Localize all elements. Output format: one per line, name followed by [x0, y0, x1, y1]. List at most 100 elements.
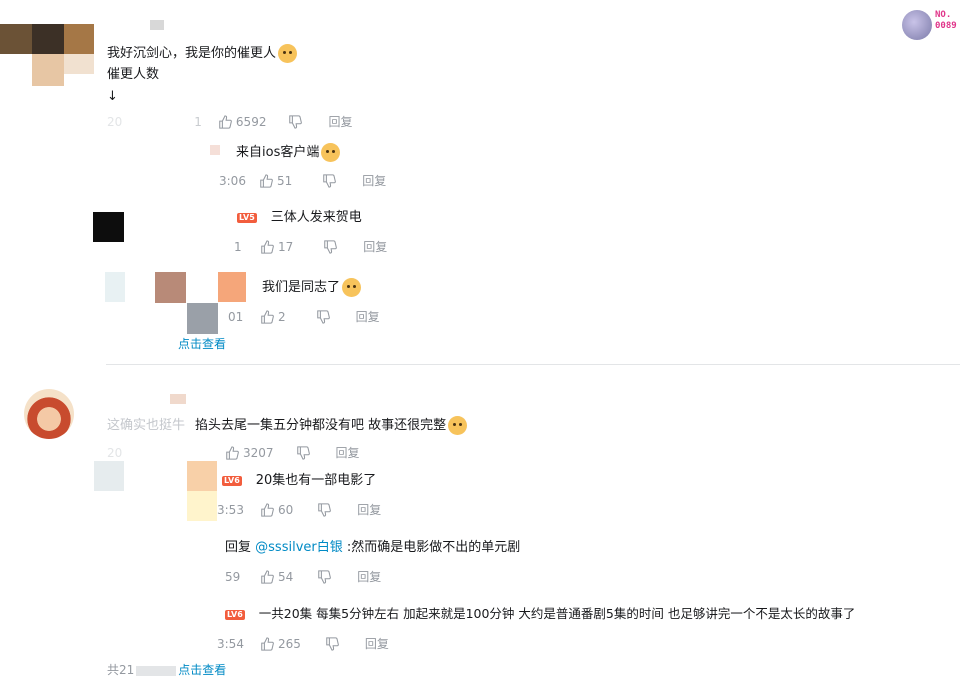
mosaic-avatar [218, 272, 246, 302]
mosaic-avatar [187, 461, 217, 491]
comment-text: 我好沉剑心，我是你的催更人 [107, 44, 298, 63]
comment-date: 20 [107, 445, 123, 460]
mosaic-username [150, 20, 164, 30]
reply-time: 59 [225, 569, 241, 584]
dislike-button[interactable] [296, 445, 310, 460]
reply-button[interactable]: 回复 [357, 501, 381, 518]
doge-emoji-icon [342, 278, 362, 297]
thumbs-up-icon [226, 445, 239, 460]
like-count: 54 [278, 569, 294, 584]
comment-actions: 20 1 6592 回复 [107, 113, 352, 130]
thumbs-down-icon [318, 569, 332, 584]
mosaic-avatar [105, 272, 125, 302]
doge-emoji-icon [321, 143, 341, 162]
reply-button[interactable]: 回复 [356, 308, 380, 325]
dislike-button[interactable] [288, 114, 303, 129]
thumbs-up-icon [261, 309, 274, 324]
thumbs-up-icon [261, 636, 274, 651]
reply-text: 来自ios客户端 [236, 143, 341, 162]
like-button[interactable]: 6592 [218, 114, 267, 130]
thumbs-up-icon [261, 502, 274, 517]
mosaic-avatar [187, 491, 217, 521]
like-count: 6592 [235, 114, 267, 129]
comment-date-suffix: 1 [194, 114, 202, 129]
reply-actions: 1 17 回复 [234, 238, 387, 255]
thumbs-down-icon [324, 239, 338, 254]
dislike-button[interactable] [323, 239, 338, 254]
reply-time: 1 [234, 239, 242, 254]
reply-time: 3:54 [217, 636, 244, 651]
reply-actions: 3:54 265 回复 [217, 635, 389, 652]
like-count: 17 [278, 239, 294, 254]
reply-text: 我们是同志了 [262, 278, 362, 297]
like-button[interactable]: 17 [260, 239, 293, 255]
thread-divider [106, 364, 960, 365]
reply-button[interactable]: 回复 [357, 568, 381, 585]
level-badge: LV6 [222, 475, 242, 486]
mosaic-avatar [32, 54, 64, 86]
mosaic-avatar [94, 461, 124, 491]
reply-button[interactable]: 回复 [336, 444, 360, 461]
like-count: 3207 [243, 445, 274, 460]
doge-emoji-icon [448, 416, 468, 435]
like-count: 2 [278, 309, 286, 324]
avatar[interactable] [24, 389, 74, 439]
badge-character-icon [902, 10, 932, 40]
thumbs-down-icon [289, 114, 303, 129]
like-count: 265 [278, 636, 301, 651]
mosaic-avatar [64, 54, 94, 74]
like-count: 51 [277, 173, 293, 188]
mosaic-avatar [93, 212, 124, 242]
like-button[interactable]: 3207 [225, 445, 274, 461]
reply-button[interactable]: 回复 [328, 113, 352, 130]
comment-actions: 20 3207 回复 [107, 444, 360, 461]
reply-count-prefix: 共21 [107, 663, 135, 677]
badge-number: NO. 0089 [935, 10, 957, 31]
thumbs-up-icon [261, 569, 274, 584]
reply-time: 3:06 [219, 173, 246, 188]
comment-text-line2: 催更人数 [107, 67, 160, 82]
level-badge: LV5 [237, 212, 257, 223]
reply-button[interactable]: 回复 [362, 172, 386, 189]
like-button[interactable]: 60 [260, 502, 293, 518]
dislike-button[interactable] [316, 309, 330, 324]
comment-prefix: 这确实也挺牛 [107, 418, 186, 433]
like-button[interactable]: 2 [260, 309, 286, 325]
dislike-button[interactable] [317, 569, 332, 584]
mosaic-username [210, 145, 220, 155]
comment-date: 20 [107, 114, 123, 129]
reply-time: 01 [228, 309, 244, 324]
mention-link[interactable]: @sssilver白银 [255, 540, 343, 555]
reply-button[interactable]: 回复 [365, 635, 389, 652]
like-count: 60 [278, 502, 294, 517]
reply-text: LV5 三体人发来贺电 [237, 210, 362, 225]
doge-emoji-icon [278, 44, 298, 63]
reply-word: 回复 [225, 540, 252, 555]
view-more-replies[interactable]: 共21 点击查看 [107, 661, 226, 678]
dislike-button[interactable] [325, 636, 339, 651]
like-button[interactable]: 51 [259, 173, 292, 189]
mosaic-count [136, 665, 177, 676]
thumbs-down-icon [326, 636, 339, 651]
reply-actions: 3:06 51 回复 [219, 172, 386, 189]
mosaic-avatar [0, 24, 32, 54]
comment-text-line3: ↓ [107, 89, 118, 104]
like-button[interactable]: 54 [260, 569, 293, 585]
mosaic-avatar [187, 303, 218, 334]
mosaic-avatar [64, 24, 94, 54]
comment-text: 这确实也挺牛 掐头去尾一集五分钟都没有吧 故事还很完整 [107, 416, 468, 435]
thumbs-up-icon [260, 173, 273, 188]
level-badge: LV6 [225, 609, 245, 620]
reply-actions: 59 54 回复 [225, 568, 381, 585]
thumbs-up-icon [261, 239, 274, 254]
like-button[interactable]: 265 [260, 636, 301, 652]
mosaic-avatar [155, 272, 186, 303]
mosaic-avatar [32, 24, 64, 54]
view-more-replies[interactable]: 点击查看 [178, 335, 226, 352]
reply-text: LV6 一共20集 每集5分钟左右 加起来就是100分钟 大约是普通番剧5集的时间… [225, 606, 856, 621]
reply-button[interactable]: 回复 [363, 238, 387, 255]
dislike-button[interactable] [322, 173, 337, 188]
thumbs-down-icon [318, 502, 332, 517]
thumbs-down-icon [323, 173, 337, 188]
dislike-button[interactable] [317, 502, 332, 517]
